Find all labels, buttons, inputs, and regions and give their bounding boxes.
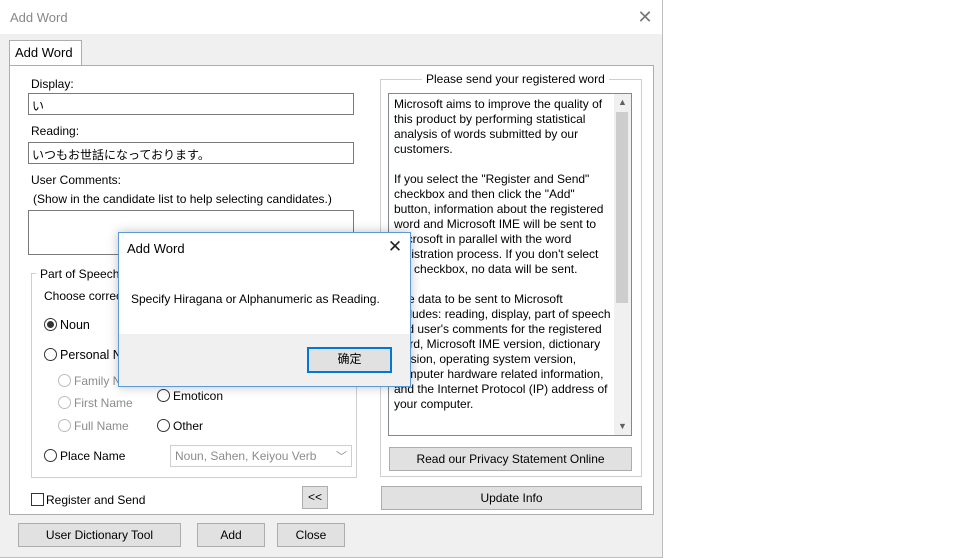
full-name-label: Full Name	[74, 419, 129, 433]
dialog-message: Specify Hiragana or Alphanumeric as Read…	[131, 292, 380, 306]
reading-field[interactable]: いつもお世話になっております。	[28, 142, 354, 164]
personal-name-label: Personal N	[60, 348, 122, 362]
other-label: Other	[173, 419, 204, 433]
comments-label: User Comments:	[31, 173, 122, 187]
part-of-speech-legend: Part of Speech:	[36, 267, 127, 281]
family-name-radio[interactable]	[58, 374, 71, 387]
window-title: Add Word	[10, 10, 68, 25]
close-icon[interactable]: ✕	[386, 237, 404, 257]
noun-radio[interactable]	[44, 318, 57, 331]
place-name-radio[interactable]	[44, 449, 57, 462]
privacy-info-textbox[interactable]: Microsoft aims to improve the quality of…	[388, 93, 632, 436]
display-field[interactable]: い	[28, 93, 354, 115]
dialog-footer: 确定	[119, 334, 410, 386]
place-name-label: Place Name	[60, 449, 126, 463]
update-info-button[interactable]: Update Info	[381, 486, 642, 510]
registered-word-legend: Please send your registered word	[422, 72, 609, 86]
reading-label: Reading:	[31, 124, 80, 138]
first-name-radio[interactable]	[58, 396, 71, 409]
reading-error-dialog: Add Word ✕ Specify Hiragana or Alphanume…	[118, 232, 411, 387]
tab-add-word[interactable]: Add Word	[9, 40, 82, 66]
part-of-speech-instruction: Choose correc	[44, 289, 123, 303]
vertical-scrollbar[interactable]: ▲ ▼	[614, 94, 631, 435]
first-name-label: First Name	[74, 396, 133, 410]
noun-label: Noun	[60, 318, 90, 332]
add-button[interactable]: Add	[197, 523, 265, 547]
register-send-label: Register and Send	[46, 493, 146, 507]
register-send-checkbox[interactable]	[31, 493, 44, 506]
emoticon-label: Emoticon	[173, 389, 224, 403]
scroll-up-icon[interactable]: ▲	[614, 94, 631, 111]
family-name-label: Family N	[74, 374, 122, 388]
ok-button[interactable]: 确定	[307, 347, 392, 373]
collapse-button[interactable]: <<	[302, 486, 328, 509]
word-type-select[interactable]: Noun, Sahen, Keiyou Verb ﹀	[170, 445, 352, 467]
close-icon[interactable]: ✕	[636, 6, 654, 28]
emoticon-radio[interactable]	[157, 389, 170, 402]
personal-name-radio[interactable]	[44, 348, 57, 361]
other-radio[interactable]	[157, 419, 170, 432]
full-name-radio[interactable]	[58, 419, 71, 432]
privacy-info-text: Microsoft aims to improve the quality of…	[394, 97, 611, 411]
user-dictionary-tool-button[interactable]: User Dictionary Tool	[18, 523, 181, 547]
title-bar: Add Word ✕	[0, 0, 662, 34]
comments-hint: (Show in the candidate list to help sele…	[33, 192, 332, 206]
dialog-title: Add Word	[127, 241, 185, 256]
display-label: Display:	[31, 77, 74, 91]
word-type-value: Noun, Sahen, Keiyou Verb	[175, 449, 317, 463]
close-button[interactable]: Close	[277, 523, 345, 547]
scroll-thumb[interactable]	[616, 112, 628, 303]
scroll-down-icon[interactable]: ▼	[614, 418, 631, 435]
chevron-down-icon: ﹀	[336, 451, 347, 463]
privacy-statement-button[interactable]: Read our Privacy Statement Online	[389, 447, 632, 471]
